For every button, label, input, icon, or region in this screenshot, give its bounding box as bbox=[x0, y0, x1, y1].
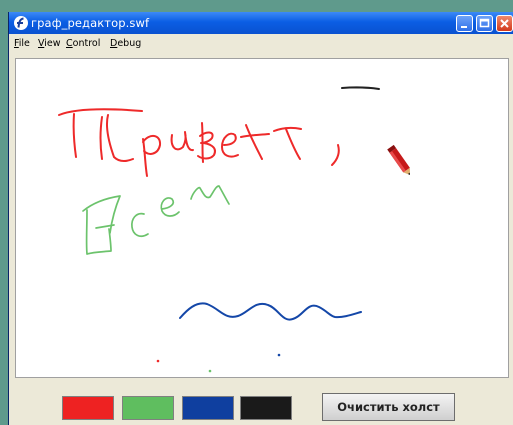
clear-canvas-button[interactable]: Очистить холст bbox=[322, 393, 455, 421]
red-dot bbox=[156, 359, 160, 363]
close-button[interactable] bbox=[496, 15, 513, 32]
minimize-icon bbox=[461, 26, 467, 28]
green-stroke bbox=[82, 185, 230, 255]
minimize-button[interactable] bbox=[456, 15, 473, 32]
color-swatch-red[interactable] bbox=[62, 396, 114, 420]
close-icon bbox=[500, 19, 509, 28]
color-swatch-black[interactable] bbox=[240, 396, 292, 420]
pencil-icon bbox=[387, 144, 410, 175]
red-stroke bbox=[58, 108, 340, 177]
app-window: граф_редактор.swf File View Control Debu… bbox=[8, 12, 513, 425]
menu-debug[interactable]: Debug bbox=[110, 38, 141, 49]
color-swatch-blue[interactable] bbox=[182, 396, 234, 420]
menu-control[interactable]: Control bbox=[66, 38, 100, 49]
menu-view[interactable]: View bbox=[38, 38, 61, 49]
window-title: граф_редактор.swf bbox=[31, 16, 150, 30]
flash-player-icon bbox=[14, 16, 28, 30]
black-stroke bbox=[341, 86, 380, 90]
menu-file[interactable]: File bbox=[14, 38, 30, 49]
maximize-button[interactable] bbox=[476, 15, 493, 32]
bottom-toolbar: Очистить холст bbox=[9, 384, 513, 425]
blue-dot bbox=[277, 353, 281, 357]
menu-bar: File View Control Debug bbox=[9, 35, 513, 53]
color-swatch-green[interactable] bbox=[122, 396, 174, 420]
maximize-icon bbox=[479, 18, 490, 28]
blue-stroke bbox=[179, 302, 362, 321]
drawing-canvas[interactable] bbox=[15, 58, 509, 378]
title-bar[interactable]: граф_редактор.swf bbox=[9, 12, 513, 34]
green-dot bbox=[208, 369, 212, 373]
